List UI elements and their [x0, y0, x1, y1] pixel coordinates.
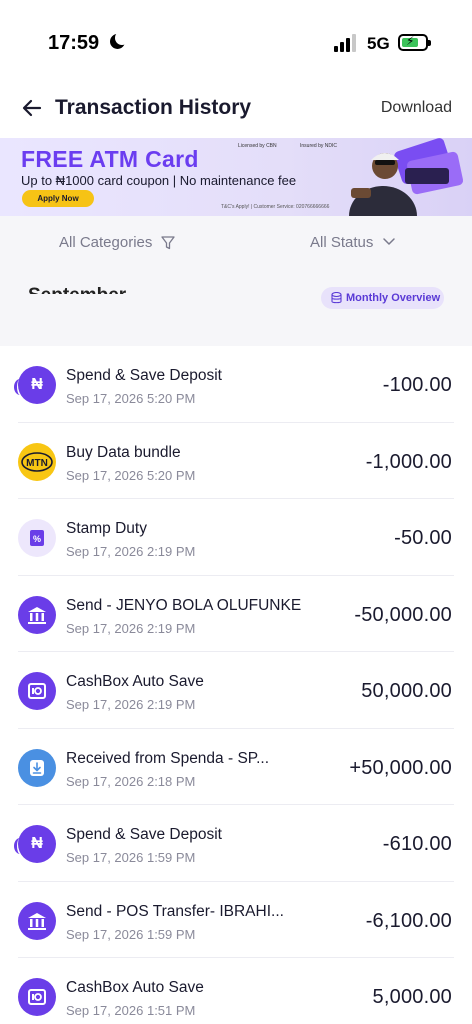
database-icon [331, 292, 342, 304]
transaction-title: CashBox Auto Save [66, 979, 204, 996]
naira-icon: ₦ [18, 366, 56, 404]
transaction-date: Sep 17, 2026 1:59 PM [66, 850, 196, 865]
bank-icon [18, 595, 56, 634]
transaction-title: Buy Data bundle [66, 443, 181, 461]
transaction-amount: +50,000.00 [349, 756, 452, 779]
battery-icon: ⚡ [398, 34, 431, 51]
transaction-title: Stamp Duty [66, 520, 147, 537]
transaction-date: Sep 17, 2026 5:20 PM [66, 391, 196, 406]
svg-text:MTN: MTN [26, 458, 48, 469]
svg-text:%: % [33, 534, 41, 544]
receipt-icon: % [18, 519, 56, 557]
transaction-row[interactable]: CashBox Auto Save Sep 17, 2026 1:51 PM 5… [0, 958, 472, 1024]
safe-icon [18, 978, 56, 1016]
transaction-title: Send - JENYO BOLA OLUFUNKE [66, 596, 302, 614]
naira-icon: ₦ [18, 825, 56, 863]
transaction-date: Sep 17, 2026 1:59 PM [66, 926, 196, 942]
transaction-title: Send - POS Transfer- IBRAHI... [66, 902, 284, 920]
status-filter[interactable]: All Status [310, 234, 373, 251]
safe-icon [18, 672, 56, 710]
banner-title: FREE ATM Card [21, 146, 199, 172]
transaction-amount: -6,100.00 [365, 909, 452, 932]
category-filter[interactable]: All Categories [59, 234, 152, 251]
transaction-amount: -50,000.00 [354, 603, 452, 626]
signal-icon [334, 34, 360, 52]
transaction-title: Spend & Save Deposit [66, 367, 222, 384]
page-title: Transaction History [55, 96, 252, 119]
transaction-row[interactable]: ₦ Spend & Save Deposit Sep 17, 2026 5:20… [0, 346, 472, 423]
transaction-title: CashBox Auto Save [66, 673, 204, 690]
transaction-amount: -100.00 [382, 374, 452, 396]
banner-subtitle: Up to ₦1000 card coupon | No maintenance… [21, 173, 297, 188]
month-header: September Monthly Overview [0, 268, 472, 346]
monthly-overview-button[interactable]: Monthly Overview [321, 287, 444, 309]
network-type: 5G [367, 34, 390, 53]
transaction-row[interactable]: % Stamp Duty Sep 17, 2026 2:19 PM -50.00 [0, 499, 472, 576]
cbn-license-text: Licensed by CBN [238, 143, 277, 149]
filter-funnel-icon[interactable] [161, 236, 175, 250]
bank-icon [18, 901, 56, 940]
month-label[interactable]: September [28, 285, 144, 303]
status-time: 17:59 [48, 32, 100, 54]
app-header: Transaction History Download [0, 80, 472, 138]
transaction-list: ₦ Spend & Save Deposit Sep 17, 2026 5:20… [0, 346, 472, 1024]
transaction-row[interactable]: Send - JENYO BOLA OLUFUNKE Sep 17, 2026 … [0, 576, 472, 653]
transaction-row[interactable]: ₦ Spend & Save Deposit Sep 17, 2026 1:59… [0, 805, 472, 882]
status-bar: 17:59 5G ⚡ [0, 0, 472, 80]
filter-bar: All Categories All Status [0, 216, 472, 268]
transaction-date: Sep 17, 2026 2:19 PM [66, 544, 196, 559]
monthly-overview-label: Monthly Overview [346, 292, 441, 304]
apply-now-button[interactable]: Apply Now [22, 190, 94, 207]
transaction-title: Received from Spenda - SP... [66, 749, 270, 767]
terms-text: T&C's Apply! | Customer Service: 0207666… [221, 204, 330, 210]
back-arrow-icon[interactable] [20, 96, 44, 120]
transaction-row[interactable]: Received from Spenda - SP... Sep 17, 202… [0, 729, 472, 806]
transaction-date: Sep 17, 2026 2:19 PM [66, 697, 196, 712]
chevron-down-icon[interactable] [382, 237, 396, 247]
transaction-row[interactable]: Send - POS Transfer- IBRAHI... Sep 17, 2… [0, 882, 472, 959]
transaction-date: Sep 17, 2026 1:51 PM [66, 1003, 196, 1018]
moon-icon [110, 31, 129, 49]
banner-person-card-image [349, 138, 464, 216]
transaction-date: Sep 17, 2026 2:19 PM [66, 620, 196, 636]
download-button[interactable]: Download [381, 99, 452, 117]
transaction-date: Sep 17, 2026 2:18 PM [66, 773, 196, 789]
promo-banner[interactable]: FREE ATM Card Up to ₦1000 card coupon | … [0, 138, 472, 216]
mtn-logo-icon: MTN [18, 442, 56, 481]
transaction-amount: -50.00 [394, 527, 452, 549]
transaction-amount: 50,000.00 [361, 680, 452, 702]
transaction-row[interactable]: MTN Buy Data bundle Sep 17, 2026 5:20 PM… [0, 423, 472, 500]
transaction-amount: 5,000.00 [372, 986, 452, 1008]
transaction-amount: -610.00 [382, 833, 452, 855]
transaction-date: Sep 17, 2026 5:20 PM [66, 467, 196, 483]
transaction-row[interactable]: CashBox Auto Save Sep 17, 2026 2:19 PM 5… [0, 652, 472, 729]
transaction-title: Spend & Save Deposit [66, 826, 222, 843]
ndic-insured-text: Insured by NDIC [300, 143, 337, 149]
transaction-amount: -1,000.00 [365, 450, 452, 473]
download-icon [18, 748, 56, 787]
